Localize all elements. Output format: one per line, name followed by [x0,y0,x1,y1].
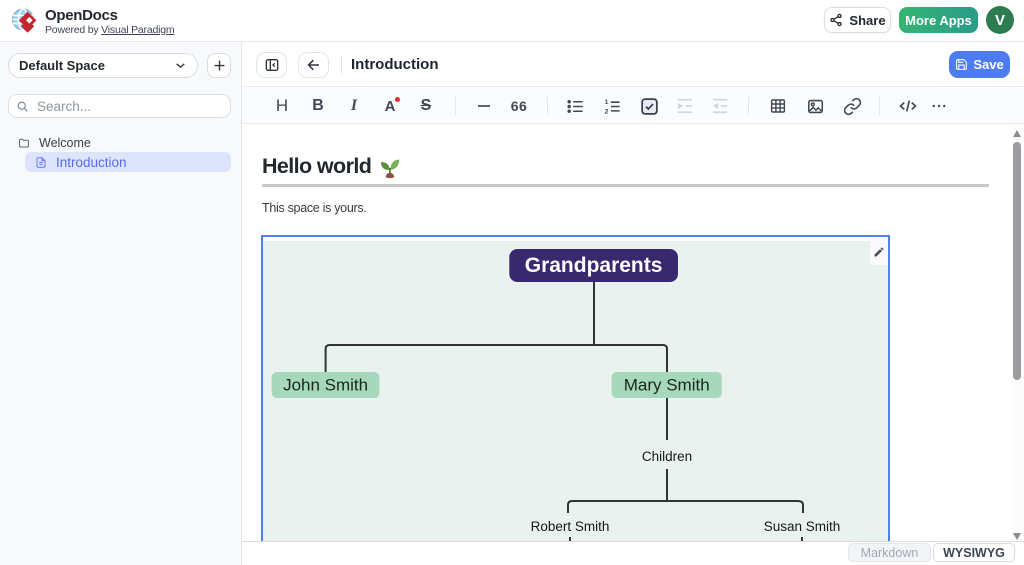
svg-text:Children: Children [642,449,692,464]
svg-text:John Smith: John Smith [283,376,368,395]
svg-text:Mary Smith: Mary Smith [624,376,710,395]
svg-text:Susan Smith: Susan Smith [764,519,841,534]
svg-text:1: 1 [604,99,608,106]
svg-text:Robert Smith: Robert Smith [531,519,610,534]
svg-text:Grandparents: Grandparents [525,254,663,277]
svg-text:2: 2 [604,108,608,115]
